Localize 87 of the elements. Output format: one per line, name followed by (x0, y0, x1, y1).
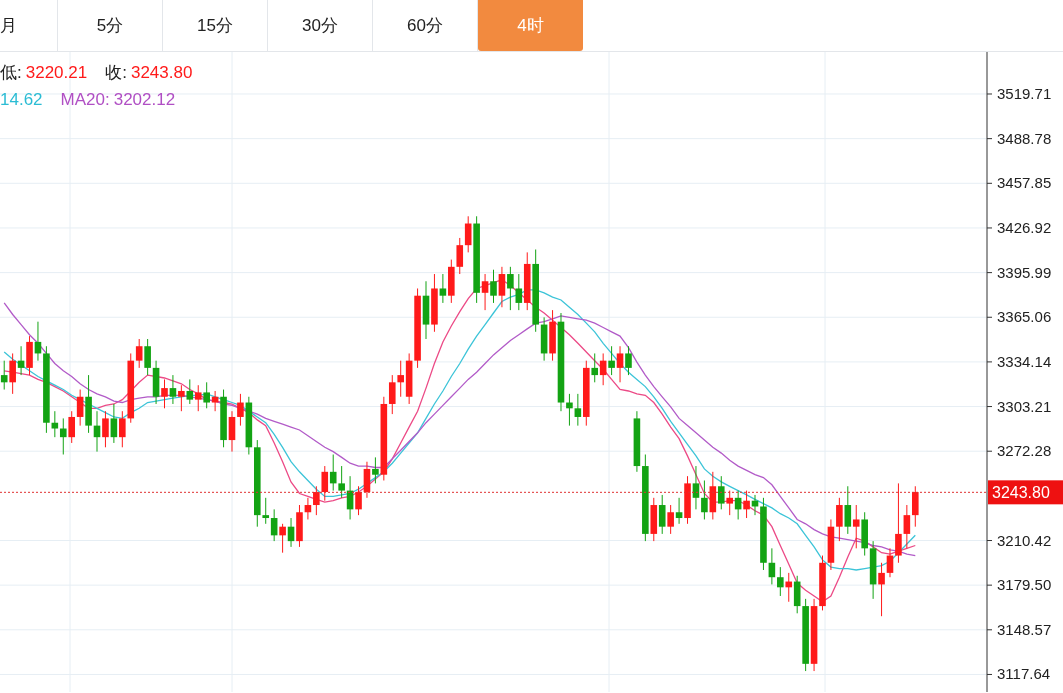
candlestick (878, 562, 885, 617)
candlestick (194, 384, 202, 412)
candlestick (388, 374, 396, 415)
legend-value: 3243.80 (130, 62, 193, 84)
candlestick (76, 389, 84, 427)
candlestick (852, 504, 860, 549)
y-axis-label: 3365.06 (997, 308, 1052, 326)
y-axis-label: 3488.78 (997, 129, 1052, 147)
candlestick (0, 360, 8, 391)
candlestick (135, 338, 143, 369)
y-axis-label: 3117.64 (997, 665, 1051, 683)
candlestick (9, 352, 16, 395)
candlestick (110, 403, 118, 444)
candlestick (566, 393, 573, 427)
candlestick (692, 465, 700, 510)
candlestick (338, 465, 345, 499)
candlestick (836, 497, 843, 542)
candlestick (574, 393, 582, 427)
y-axis-label: 3334.14 (997, 352, 1052, 370)
candlestick (726, 490, 734, 516)
candlestick (144, 338, 151, 376)
candlestick (186, 378, 194, 405)
candlestick (68, 410, 76, 444)
candlestick (777, 566, 784, 597)
legend-label: MA20: (60, 89, 110, 111)
candlestick (895, 482, 902, 564)
candlestick (481, 273, 489, 311)
legend-value: 3202.12 (113, 89, 176, 111)
candlestick (439, 273, 447, 304)
candlestick (119, 410, 126, 448)
legend-label: 收: (105, 62, 127, 84)
candlestick (616, 345, 624, 383)
ref-line-label: 3243.80 (992, 484, 1050, 502)
legend-value: 3220.21 (25, 62, 88, 84)
candlestick (372, 456, 379, 484)
candlestick (321, 465, 329, 502)
y-axis-label: 3210.42 (997, 531, 1052, 549)
candlestick (844, 485, 852, 535)
candlestick (675, 497, 683, 525)
candlestick (355, 485, 362, 516)
candlestick (169, 374, 177, 405)
current-price-label: 3243.80 (988, 480, 1063, 505)
candlestick (51, 410, 59, 438)
candlestick (363, 461, 371, 499)
candlestick (743, 490, 750, 519)
candlestick (456, 237, 464, 275)
y-axis-label: 3272.28 (997, 442, 1052, 460)
candlestick (912, 485, 919, 528)
candlestick (59, 417, 67, 455)
candlestick (608, 345, 615, 376)
candlestick (507, 266, 514, 311)
candlestick (591, 352, 599, 383)
candlestick (515, 273, 523, 311)
legend-label: 低: (0, 62, 22, 84)
candlestick (237, 393, 244, 427)
y-axis-label: 3457.85 (997, 174, 1052, 192)
candlestick (262, 497, 270, 525)
candlestick (313, 485, 320, 516)
y-axis-label: 3303.21 (997, 397, 1052, 415)
candlestick (397, 360, 405, 398)
interval-tab[interactable]: 15分 (163, 0, 268, 51)
y-axis-label: 3179.50 (997, 576, 1052, 594)
interval-tab[interactable]: 月 (0, 0, 58, 51)
candlestick (329, 454, 337, 492)
interval-tab[interactable]: 30分 (268, 0, 373, 51)
candlestick (625, 345, 632, 376)
candlestick (903, 504, 911, 549)
candlestick (658, 494, 666, 535)
candlestick (785, 572, 793, 603)
candlestick (717, 475, 725, 510)
y-axis-label: 3519.71 (997, 85, 1052, 102)
candlestick (490, 269, 497, 304)
legend-value: 14.62 (0, 89, 43, 111)
candlestick (279, 523, 286, 554)
interval-tab[interactable]: 5分 (58, 0, 163, 51)
candlestick (498, 266, 506, 308)
candlestick (228, 410, 236, 453)
candlestick (102, 410, 109, 448)
candlestick (203, 381, 210, 409)
y-axis-label: 3426.92 (997, 218, 1052, 236)
y-axis-label: 3395.99 (997, 263, 1052, 281)
candlestick (211, 390, 219, 412)
y-axis-label: 3148.57 (997, 620, 1052, 638)
candlestick (667, 504, 674, 535)
candlestick (701, 479, 708, 520)
candlestick (161, 378, 168, 409)
candlestick (178, 384, 185, 412)
